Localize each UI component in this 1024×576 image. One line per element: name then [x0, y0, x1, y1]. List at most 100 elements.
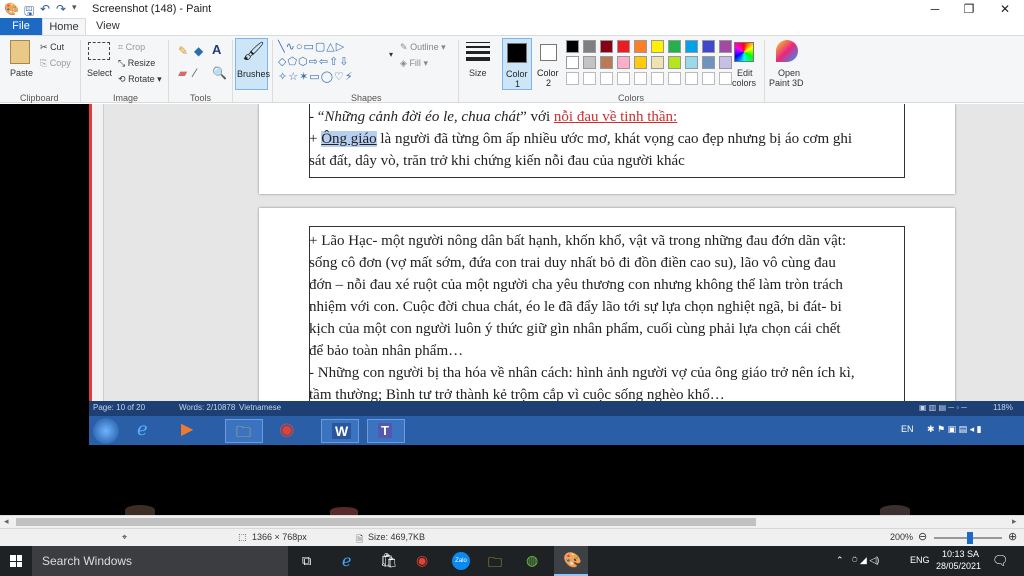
paste-button[interactable]: Paste	[10, 68, 33, 78]
palette-swatch[interactable]	[634, 40, 647, 53]
crop-button[interactable]: ⌗ Crop	[118, 42, 145, 53]
palette-swatch[interactable]	[600, 72, 613, 85]
tray-overflow-icon[interactable]: ⌃	[836, 555, 844, 566]
eraser-icon[interactable]: ▰	[178, 66, 187, 80]
tray-icons[interactable]: ⍥ ◢ ◁)	[852, 555, 879, 566]
palette-swatch[interactable]	[600, 40, 613, 53]
scroll-right-icon[interactable]: ▸	[1012, 516, 1017, 527]
palette-swatch[interactable]	[634, 72, 647, 85]
fill-icon[interactable]: ◆	[194, 44, 203, 58]
scroll-left-icon[interactable]: ◂	[4, 516, 9, 527]
color1-button[interactable]: Color 1	[502, 38, 532, 90]
webcam-blur	[125, 505, 155, 515]
edit-colors-label[interactable]: Edit	[737, 68, 753, 78]
pencil-icon[interactable]: ✎	[178, 44, 188, 58]
palette-swatch[interactable]	[651, 72, 664, 85]
palette-swatch[interactable]	[702, 56, 715, 69]
size-button[interactable]: Size	[469, 68, 487, 78]
palette-swatch[interactable]	[702, 40, 715, 53]
select-icon[interactable]	[88, 42, 110, 60]
undo-icon[interactable]: ↶	[40, 2, 50, 16]
brushes-button[interactable]: 🖌 Brushes	[235, 38, 270, 90]
notification-icon[interactable]: 🗨	[992, 553, 1009, 569]
palette-swatch[interactable]	[719, 72, 732, 85]
store-icon[interactable]: 🛍	[380, 552, 398, 569]
palette-swatch[interactable]	[583, 56, 596, 69]
task-view-icon[interactable]: ⧉	[302, 553, 311, 569]
tab-view[interactable]: View	[86, 18, 130, 35]
app-icon[interactable]: ◍	[526, 552, 538, 569]
search-placeholder: Search Windows	[42, 554, 133, 568]
edit-colors-icon[interactable]	[734, 42, 754, 62]
inner-tray-icons: ✱ ⚑ ▣ ▤ ◂ ▮	[927, 424, 982, 434]
open-paint3d-label[interactable]: Open	[778, 68, 800, 78]
palette-swatch[interactable]	[583, 40, 596, 53]
palette-swatch[interactable]	[566, 40, 579, 53]
edit-colors-label-2[interactable]: colors	[732, 78, 756, 88]
chrome-taskbar-icon[interactable]: ◉	[416, 552, 428, 569]
maximize-button[interactable]: ❐	[952, 0, 986, 18]
zoom-in-button[interactable]: ⊕	[1008, 530, 1017, 543]
clock-date[interactable]: 28/05/2021	[936, 561, 981, 571]
customize-toolbar-icon[interactable]: ▾	[72, 2, 77, 13]
language: Vietnamese	[239, 403, 282, 412]
palette-swatch[interactable]	[668, 56, 681, 69]
palette-swatch[interactable]	[617, 72, 630, 85]
palette-swatch[interactable]	[702, 72, 715, 85]
redo-icon[interactable]: ↷	[56, 2, 66, 16]
minimize-button[interactable]: ─	[918, 0, 952, 18]
palette-swatch[interactable]	[600, 56, 613, 69]
palette-swatch[interactable]	[685, 40, 698, 53]
palette-swatch[interactable]	[566, 72, 579, 85]
palette-swatch[interactable]	[651, 40, 664, 53]
image-canvas[interactable]: - “Những cảnh đời éo le, chua chát” với …	[89, 104, 1024, 445]
select-button[interactable]: Select	[87, 68, 112, 78]
zoom-out-button[interactable]: ⊖	[918, 530, 927, 543]
palette-swatch[interactable]	[668, 72, 681, 85]
shapes-scroll-icon[interactable]: ▾	[389, 50, 393, 59]
file-explorer-icon[interactable]: 🗀	[488, 552, 502, 576]
paint3d-icon[interactable]	[776, 40, 798, 62]
rotate-button[interactable]: ⟲ Rotate ▾	[118, 74, 162, 85]
palette-swatch[interactable]	[583, 72, 596, 85]
text-icon[interactable]: A	[212, 42, 221, 57]
palette-swatch[interactable]	[651, 56, 664, 69]
tab-file[interactable]: File	[0, 18, 42, 35]
search-box[interactable]: Search Windows	[32, 546, 288, 576]
outline-button[interactable]: ✎ Outline ▾	[400, 42, 446, 53]
shapes-gallery[interactable]: ╲∿○▭▢△▷ ◇⬠⬡⇨⇦⇧⇩ ✧☆✶▭◯♡⚡	[278, 40, 388, 88]
close-button[interactable]: ✕	[988, 0, 1022, 18]
windows-taskbar: Search Windows ⧉ ℯ 🛍 ◉ Zalo 🗀 ◍ 🎨 ⌃ ⍥ ◢ …	[0, 546, 1024, 576]
size-icon[interactable]	[466, 42, 490, 61]
color2-button[interactable]: Color 2	[536, 38, 562, 90]
zalo-icon[interactable]: Zalo	[452, 552, 470, 570]
palette-swatch[interactable]	[617, 40, 630, 53]
palette-swatch[interactable]	[634, 56, 647, 69]
clock-time[interactable]: 10:13 SA	[942, 549, 979, 559]
tab-home[interactable]: Home	[42, 18, 86, 35]
start-button[interactable]	[10, 555, 22, 567]
zoom-slider-thumb[interactable]	[967, 532, 973, 544]
ie-icon: ℯ	[137, 419, 148, 439]
cut-button[interactable]: ✂ Cut	[40, 42, 64, 53]
edge-icon[interactable]: ℯ	[342, 551, 351, 571]
open-paint3d-label-2[interactable]: Paint 3D	[769, 78, 804, 88]
palette-swatch[interactable]	[685, 56, 698, 69]
magnifier-icon[interactable]: 🔍	[212, 66, 227, 80]
fill-button[interactable]: ◈ Fill ▾	[400, 58, 428, 69]
color-picker-icon[interactable]: ⁄	[194, 66, 196, 80]
palette-swatch[interactable]	[566, 56, 579, 69]
palette-swatch[interactable]	[617, 56, 630, 69]
scroll-thumb[interactable]	[16, 518, 756, 526]
color1-swatch	[507, 43, 527, 63]
paste-icon[interactable]	[10, 40, 30, 64]
input-language[interactable]: ENG	[910, 555, 930, 565]
palette-swatch[interactable]	[719, 56, 732, 69]
palette-swatch[interactable]	[685, 72, 698, 85]
copy-button[interactable]: ⎘ Copy	[40, 58, 71, 69]
palette-swatch[interactable]	[719, 40, 732, 53]
horizontal-scrollbar[interactable]: ◂ ▸	[0, 515, 1024, 528]
paint-taskbar-button[interactable]: 🎨	[554, 546, 588, 576]
resize-button[interactable]: ⤡ Resize	[118, 58, 155, 69]
palette-swatch[interactable]	[668, 40, 681, 53]
